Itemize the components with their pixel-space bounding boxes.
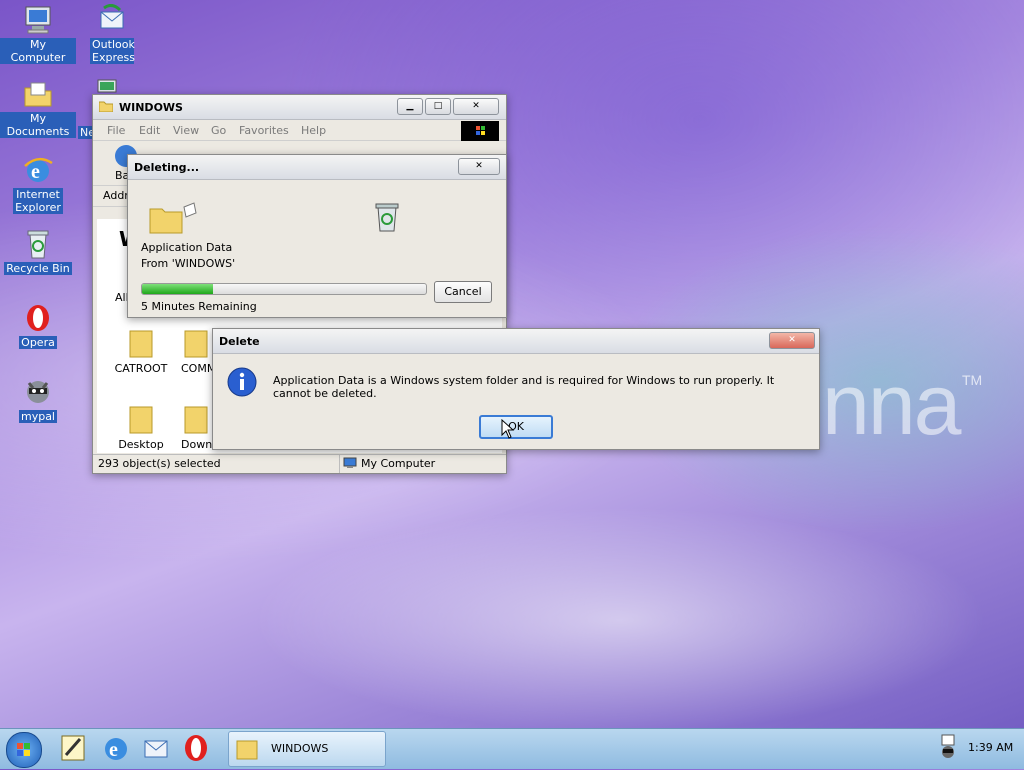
- menu-view[interactable]: View: [173, 124, 199, 137]
- list-item[interactable]: Desktop: [111, 403, 171, 451]
- close-button[interactable]: ✕: [458, 158, 500, 175]
- wallpaper-brand-tm: TM: [962, 372, 983, 388]
- mypal-raccoon-icon: [22, 376, 54, 408]
- deleting-window[interactable]: Deleting... ✕ Application Data From 'WIN…: [127, 154, 507, 318]
- desktop-icon-outlook-express[interactable]: Outlook Express: [74, 3, 150, 64]
- desktop-icon-label: My Documents: [0, 112, 76, 138]
- deleting-titlebar[interactable]: Deleting... ✕: [128, 155, 506, 180]
- my-computer-icon: [343, 457, 357, 469]
- deleting-title: Deleting...: [134, 161, 200, 174]
- list-item[interactable]: CATROOT: [111, 327, 171, 375]
- folder-icon: [184, 330, 208, 358]
- close-button[interactable]: ✕: [769, 332, 815, 349]
- delete-dialog-title: Delete: [219, 335, 260, 348]
- file-name: CATROOT: [114, 362, 168, 375]
- minimize-button[interactable]: ▁: [397, 98, 423, 115]
- folder-icon: [129, 406, 153, 434]
- folder-icon: [98, 100, 114, 113]
- recycle-bin-icon: [372, 201, 402, 233]
- desktop-icon-label: Opera: [19, 336, 57, 349]
- desktop-icon-label: Recycle Bin: [4, 262, 72, 275]
- delete-dialog-message: Application Data is a Windows system fol…: [273, 374, 775, 400]
- svg-text:e: e: [31, 161, 40, 183]
- menu-file[interactable]: File: [107, 124, 125, 137]
- folder-icon: [184, 406, 208, 434]
- deleting-source: From 'WINDOWS': [141, 257, 236, 270]
- ok-button[interactable]: OK: [479, 415, 553, 439]
- menu-help[interactable]: Help: [301, 124, 326, 137]
- time-remaining: 5 Minutes Remaining: [141, 300, 257, 313]
- wallpaper-brand-text: nna: [822, 357, 961, 453]
- clock[interactable]: 1:39 AM: [968, 741, 1013, 754]
- delete-dialog[interactable]: Delete ✕ Application Data is a Windows s…: [212, 328, 820, 450]
- outlook-express-icon: [96, 3, 128, 36]
- explorer-titlebar[interactable]: WINDOWS ▁ □ ✕: [93, 95, 506, 120]
- deleting-item-name: Application Data: [141, 241, 233, 254]
- desktop-icon-mypal[interactable]: mypal: [0, 376, 76, 423]
- folder-icon: [236, 740, 258, 760]
- outlook-quicklaunch-icon[interactable]: [140, 733, 172, 763]
- internet-explorer-icon: e: [22, 154, 54, 186]
- notepad-quicklaunch-icon[interactable]: [58, 733, 90, 763]
- cancel-button[interactable]: Cancel: [434, 281, 492, 303]
- tray-icon[interactable]: [938, 732, 958, 764]
- opera-quicklaunch-icon[interactable]: [180, 733, 212, 763]
- delete-dialog-titlebar[interactable]: Delete ✕: [213, 329, 819, 354]
- svg-text:e: e: [109, 739, 118, 761]
- menu-edit[interactable]: Edit: [139, 124, 160, 137]
- desktop-icon-recycle-bin[interactable]: Recycle Bin: [0, 228, 76, 275]
- documents-folder-icon: [22, 78, 54, 110]
- taskbar-button-label: WINDOWS: [271, 742, 329, 755]
- progress-fill: [142, 284, 213, 294]
- info-icon: [227, 367, 257, 397]
- desktop-icon-label: My Computer: [0, 38, 76, 64]
- status-selection-count: 293 object(s) selected: [98, 457, 221, 470]
- explorer-menubar: File Edit View Go Favorites Help: [93, 120, 506, 141]
- status-divider: [339, 455, 340, 473]
- explorer-title: WINDOWS: [119, 101, 183, 114]
- desktop-icon-my-computer[interactable]: My Computer: [0, 4, 76, 64]
- desktop-icon-label: Outlook Express: [90, 38, 135, 64]
- opera-icon: [22, 302, 54, 334]
- menu-favorites[interactable]: Favorites: [239, 124, 289, 137]
- progress-bar: [141, 283, 427, 295]
- folder-icon: [129, 330, 153, 358]
- internet-explorer-quicklaunch-icon[interactable]: e: [100, 733, 132, 763]
- desktop-icon-label: mypal: [18, 410, 57, 423]
- desktop-icon-my-documents[interactable]: My Documents: [0, 78, 76, 138]
- windows-logo-icon: [461, 121, 499, 141]
- explorer-statusbar: 293 object(s) selected My Computer: [93, 454, 506, 473]
- start-button[interactable]: [6, 732, 42, 768]
- recycle-bin-icon: [22, 228, 54, 260]
- computer-icon: [22, 4, 54, 36]
- status-location: My Computer: [361, 457, 436, 470]
- folder-animation-icon: [148, 201, 198, 235]
- file-name: Desktop: [118, 438, 164, 451]
- taskbar: e WINDOWS 1:39 AM: [0, 728, 1024, 769]
- mouse-cursor: [501, 418, 515, 439]
- desktop-icon-label: Internet Explorer: [13, 188, 63, 214]
- maximize-button[interactable]: □: [425, 98, 451, 115]
- close-button[interactable]: ✕: [453, 98, 499, 115]
- desktop-icon-internet-explorer[interactable]: e Internet Explorer: [0, 154, 76, 214]
- taskbar-button-windows[interactable]: WINDOWS: [228, 731, 386, 767]
- desktop-icon-opera[interactable]: Opera: [0, 302, 76, 349]
- menu-go[interactable]: Go: [211, 124, 226, 137]
